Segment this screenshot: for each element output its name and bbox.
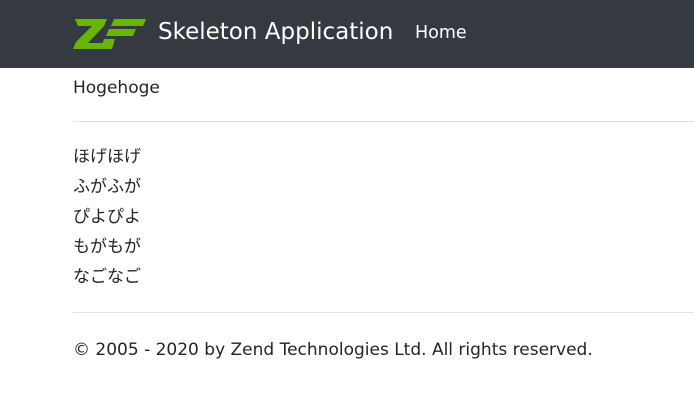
top-navbar: Skeleton Application Home [0, 0, 694, 68]
page-title: Hogehoge [73, 78, 160, 98]
footer-divider [73, 312, 694, 313]
list-item: もがもが [73, 237, 141, 257]
zf-logo-icon[interactable] [73, 16, 146, 51]
nav-link-home[interactable]: Home [415, 22, 467, 44]
content-divider [73, 121, 694, 122]
list-item: ふがふが [73, 177, 141, 197]
brand-title[interactable]: Skeleton Application [158, 17, 393, 47]
item-list: ほげほげ ふがふが ぴよぴよ もがもが なごなご [73, 142, 141, 292]
list-item: ぴよぴよ [73, 207, 141, 227]
list-item: なごなご [73, 267, 141, 287]
list-item: ほげほげ [73, 147, 141, 167]
footer-copyright: © 2005 - 2020 by Zend Technologies Ltd. … [73, 340, 593, 360]
